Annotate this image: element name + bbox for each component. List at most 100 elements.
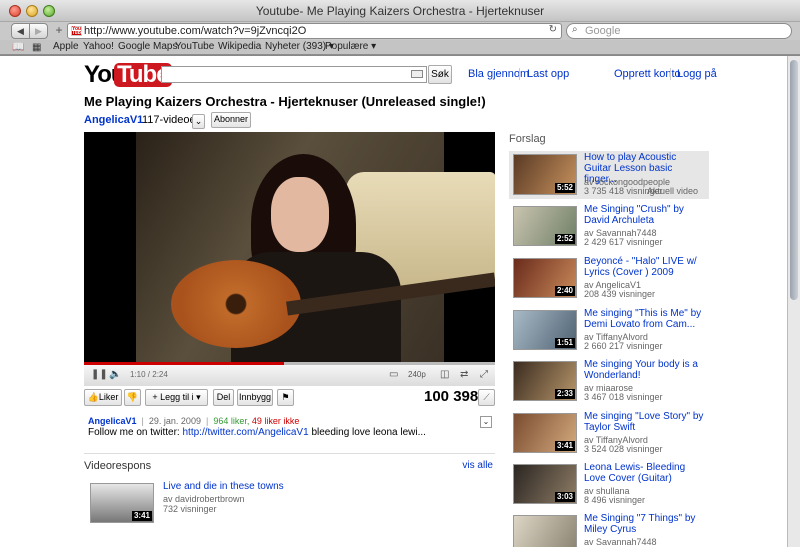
channel-expand-button[interactable]: ⌄	[192, 114, 205, 129]
flag-icon: ⚑	[281, 392, 290, 402]
keyboard-icon[interactable]	[411, 70, 423, 78]
suggestion-thumbnail[interactable]: 2:33	[513, 361, 577, 401]
bookmark-nyheter[interactable]: Nyheter (393) ▾	[265, 41, 334, 52]
magnifier-icon: ⌕	[572, 24, 578, 35]
window-title: Youtube- Me Playing Kaizers Orchestra - …	[255, 4, 545, 18]
browser-toolbar: ◀ ▶ + You Tube http://www.youtube.com/wat…	[0, 22, 800, 40]
suggestion-duration: 5:52	[554, 183, 575, 193]
suggestion-views: 8 496 visninger	[584, 495, 646, 505]
open-book-icon[interactable]: 📖	[12, 42, 24, 53]
suggestion-title[interactable]: Me singing "This is Me" by Demi Lovato f…	[584, 308, 704, 330]
video-title: Me Playing Kaizers Orchestra - Hjerteknu…	[84, 94, 486, 109]
progress-bar[interactable]	[84, 362, 495, 365]
channel-link[interactable]: AngelicaV1	[84, 114, 143, 126]
progress-fill	[84, 362, 284, 365]
suggestion-thumbnail[interactable]: 1:51	[513, 310, 577, 350]
annotations-icon[interactable]: ▭	[389, 369, 398, 380]
bookmark-yahoo[interactable]: Yahoo!	[83, 41, 114, 52]
dislikes-count: 49 liker ikke	[251, 416, 300, 426]
wide-mode-icon[interactable]: ⇄	[460, 369, 468, 380]
grid-icon[interactable]: ▦	[32, 42, 41, 53]
view-count: 100 398	[424, 388, 479, 405]
description-expand-button[interactable]: ⌄	[480, 416, 492, 428]
chevron-down-icon: ⌄	[194, 116, 203, 126]
add-bookmark-button[interactable]: +	[52, 23, 66, 39]
suggestion-duration: 2:52	[554, 234, 575, 244]
suggestion-item[interactable]: 2:52 Me Singing "Crush" by David Archule…	[509, 203, 709, 251]
bookmark-wikipedia[interactable]: Wikipedia	[218, 41, 261, 52]
suggestion-title[interactable]: Me singing "Love Story" by Taylor Swift	[584, 411, 704, 433]
suggestion-title[interactable]: Me Singing "Crush" by David Archuleta	[584, 204, 704, 226]
suggestion-title[interactable]: Beyoncé - "Halo" LIVE w/ Lyrics (Cover )…	[584, 256, 704, 278]
frame-person-face	[271, 177, 329, 252]
volume-icon[interactable]: 🔈	[109, 369, 121, 380]
suggestion-views: 3 524 028 visninger	[584, 444, 663, 454]
share-button[interactable]: Del	[213, 389, 234, 406]
popout-icon[interactable]: ◫	[440, 369, 449, 380]
response-views: 732 visninger	[163, 504, 217, 514]
suggestion-item[interactable]: 3:41 Me singing "Love Story" by Taylor S…	[509, 410, 709, 458]
response-title[interactable]: Live and die in these towns	[163, 481, 284, 492]
flag-button[interactable]: ⚑	[277, 389, 294, 406]
address-bar[interactable]: You Tube http://www.youtube.com/watch?v=9…	[67, 23, 562, 39]
suggestion-thumbnail[interactable]	[513, 515, 577, 547]
sign-in-link[interactable]: Logg på	[677, 68, 717, 80]
dislike-button[interactable]: 👎	[124, 389, 141, 406]
upload-link[interactable]: Last opp	[527, 68, 569, 80]
description-text: Follow me on twitter:	[88, 427, 180, 438]
bookmark-apple[interactable]: Apple	[53, 41, 79, 52]
description-tail: bleeding love leona lewi...	[311, 427, 426, 438]
quality-toggle[interactable]: 240p	[408, 370, 426, 379]
reload-icon[interactable]: ↻	[549, 24, 557, 35]
forward-button[interactable]: ▶	[29, 23, 48, 39]
suggestion-item[interactable]: 1:51 Me singing "This is Me" by Demi Lov…	[509, 307, 709, 355]
scrollbar-thumb[interactable]	[790, 60, 798, 300]
subscribe-button[interactable]: Abonner	[211, 112, 251, 128]
channel-video-count: 117-videoer	[142, 114, 200, 126]
video-responses-header: Videorespons vis alle	[84, 460, 495, 476]
chevron-down-icon: ▾	[193, 392, 201, 402]
suggestion-item[interactable]: 3:03 Leona Lewis- Bleeding Love Cover (G…	[509, 461, 709, 509]
suggestion-title[interactable]: Me Singing "7 Things" by Miley Cyrus	[584, 513, 704, 535]
thumbs-up-icon: 👍	[87, 392, 99, 402]
suggestion-views: 3 467 018 visninger	[584, 392, 663, 402]
like-button[interactable]: 👍Liker	[84, 389, 122, 406]
fullscreen-icon[interactable]: ⤢	[480, 369, 488, 380]
suggestion-item[interactable]: 2:33 Me singing Your body is a Wonderlan…	[509, 358, 709, 406]
suggestion-thumbnail[interactable]: 2:52	[513, 206, 577, 246]
suggestion-views: 2 429 617 visninger	[584, 237, 663, 247]
browser-search-field[interactable]: ⌕ Google	[566, 23, 792, 39]
statistics-button[interactable]: ⟋	[478, 389, 495, 406]
suggestion-thumbnail[interactable]: 5:52	[513, 154, 577, 195]
suggestion-thumbnail[interactable]: 3:03	[513, 464, 577, 504]
bookmark-youtube[interactable]: YouTube	[175, 41, 214, 52]
suggestion-title[interactable]: Me singing Your body is a Wonderland!	[584, 359, 704, 381]
likes-count: 964 liker,	[213, 416, 250, 426]
suggestion-thumbnail[interactable]: 3:41	[513, 413, 577, 453]
youtube-search-input[interactable]	[161, 66, 427, 83]
video-description: Follow me on twitter: http://twitter.com…	[88, 427, 426, 438]
video-frame	[136, 132, 495, 362]
see-all-link[interactable]: vis alle	[462, 460, 493, 471]
search-button[interactable]: Søk	[428, 65, 452, 84]
pause-icon[interactable]: ❚❚	[91, 369, 108, 380]
bookmark-populaere[interactable]: Populære ▾	[325, 41, 376, 52]
uploader-link[interactable]: AngelicaV1	[88, 416, 137, 426]
video-player[interactable]: ❚❚ 🔈 1:10 / 2:24 ▭ 240p ◫ ⇄ ⤢	[84, 132, 495, 386]
suggestion-title[interactable]: Leona Lewis- Bleeding Love Cover (Guitar…	[584, 462, 704, 484]
add-to-label: Legg til i	[160, 392, 194, 402]
embed-button[interactable]: Innbygg	[237, 389, 273, 406]
plus-icon: +	[55, 23, 63, 37]
bookmark-google-maps[interactable]: Google Maps	[118, 41, 177, 52]
suggestion-duration: 2:40	[554, 286, 575, 296]
suggestion-item[interactable]: 5:52 How to play Acoustic Guitar Lesson …	[509, 151, 709, 199]
twitter-link[interactable]: http://twitter.com/AngelicaV1	[182, 427, 308, 438]
suggestion-thumbnail[interactable]: 2:40	[513, 258, 577, 298]
add-to-button[interactable]: + Legg til i ▾	[145, 389, 208, 406]
back-button[interactable]: ◀	[11, 23, 30, 39]
suggestion-item[interactable]: 2:40 Beyoncé - "Halo" LIVE w/ Lyrics (Co…	[509, 255, 709, 303]
suggestion-item[interactable]: Me Singing "7 Things" by Miley Cyrus av …	[509, 512, 709, 547]
video-responses-section: Videorespons vis alle 3:41 Live and die …	[84, 453, 495, 547]
page-scrollbar[interactable]	[787, 56, 800, 547]
response-thumbnail[interactable]: 3:41	[90, 483, 154, 523]
